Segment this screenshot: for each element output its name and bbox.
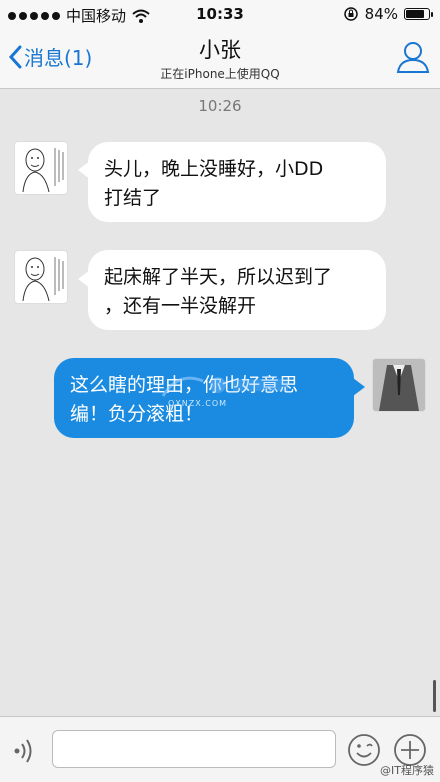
navigation-bar: 消息(1) 小张 正在iPhone上使用QQ xyxy=(0,28,440,89)
smiley-icon xyxy=(348,734,380,766)
input-toolbar: @IT程序猿 xyxy=(0,716,440,782)
contact-avatar[interactable] xyxy=(14,250,68,304)
user-profile-icon xyxy=(396,42,430,73)
message-input[interactable] xyxy=(52,730,336,768)
credit-watermark: @IT程序猿 xyxy=(380,764,434,777)
contact-avatar[interactable] xyxy=(14,141,68,195)
battery-icon xyxy=(404,8,433,20)
voice-button[interactable] xyxy=(12,737,40,769)
incoming-message-bubble[interactable]: 头儿，晚上没睡好，小DD 打结了 xyxy=(88,142,386,222)
suit-avatar-icon xyxy=(373,359,425,411)
page-title: 小张 xyxy=(199,38,241,62)
voice-icon xyxy=(14,739,32,763)
battery-group: 84% xyxy=(343,5,433,23)
watermark-logo-icon xyxy=(161,376,288,397)
page-subtitle: 正在iPhone上使用QQ xyxy=(160,67,280,81)
status-bar: 中国移动 10:33 84% xyxy=(0,0,440,28)
scrollbar[interactable] xyxy=(433,680,436,712)
message-text-line: 头儿，晚上没睡好，小DD xyxy=(104,158,324,180)
bubble-tail xyxy=(353,378,365,396)
message-text-line: 起床解了半天，所以迟到了 xyxy=(104,266,333,288)
cartoon-avatar-icon xyxy=(22,257,64,302)
message-timestamp: 10:26 xyxy=(198,97,242,115)
emoji-button[interactable] xyxy=(347,733,381,771)
my-avatar[interactable] xyxy=(372,358,426,412)
cartoon-avatar-icon xyxy=(22,148,64,193)
watermark-text: QXNZX.COM xyxy=(168,399,228,408)
rotation-lock-icon xyxy=(343,7,358,21)
message-text-line: 打结了 xyxy=(104,187,162,209)
incoming-message-bubble[interactable]: 起床解了半天，所以迟到了 ，还有一半没解开 xyxy=(88,250,386,330)
battery-percent: 84% xyxy=(364,5,398,23)
message-text-line: ，还有一半没解开 xyxy=(104,295,257,317)
profile-button[interactable] xyxy=(396,40,430,78)
